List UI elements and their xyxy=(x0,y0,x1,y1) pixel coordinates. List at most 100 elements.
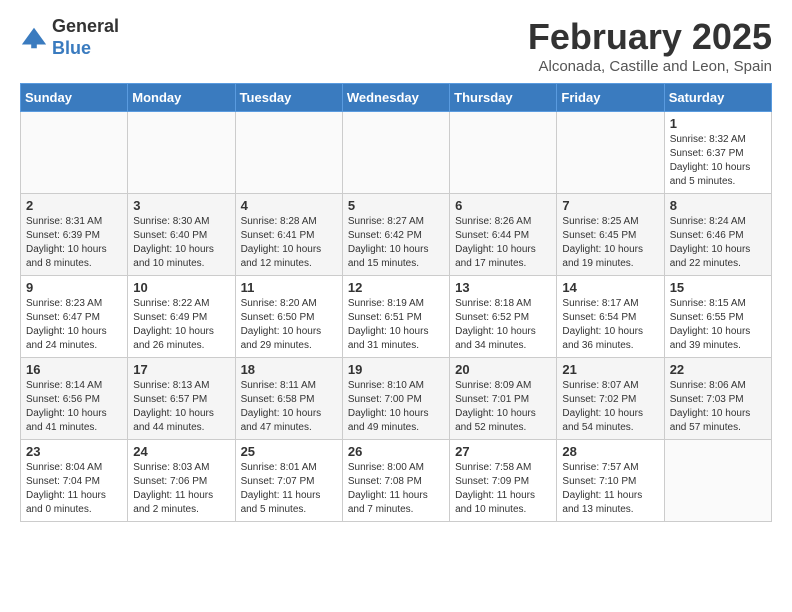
day-number: 5 xyxy=(348,198,444,213)
day-info: Sunrise: 8:06 AM Sunset: 7:03 PM Dayligh… xyxy=(670,379,766,435)
table-row: 8 Sunrise: 8:24 AM Sunset: 6:46 PM Daylig… xyxy=(664,194,771,276)
day-number: 17 xyxy=(133,362,229,377)
calendar-table: Sunday Monday Tuesday Wednesday Thursday… xyxy=(20,83,772,522)
table-row xyxy=(557,112,664,194)
table-row xyxy=(235,112,342,194)
day-info: Sunrise: 8:03 AM Sunset: 7:06 PM Dayligh… xyxy=(133,461,229,517)
col-saturday: Saturday xyxy=(664,84,771,112)
logo-general-text: General xyxy=(52,16,119,36)
table-row: 7 Sunrise: 8:25 AM Sunset: 6:45 PM Daylig… xyxy=(557,194,664,276)
day-number: 16 xyxy=(26,362,122,377)
day-info: Sunrise: 8:13 AM Sunset: 6:57 PM Dayligh… xyxy=(133,379,229,435)
day-info: Sunrise: 8:32 AM Sunset: 6:37 PM Dayligh… xyxy=(670,133,766,189)
logo-icon xyxy=(20,24,48,52)
day-number: 3 xyxy=(133,198,229,213)
table-row: 13 Sunrise: 8:18 AM Sunset: 6:52 PM Dayli… xyxy=(450,276,557,358)
table-row: 23 Sunrise: 8:04 AM Sunset: 7:04 PM Dayli… xyxy=(21,440,128,522)
logo-blue-text: Blue xyxy=(52,38,91,58)
day-info: Sunrise: 8:23 AM Sunset: 6:47 PM Dayligh… xyxy=(26,297,122,353)
day-info: Sunrise: 8:30 AM Sunset: 6:40 PM Dayligh… xyxy=(133,215,229,271)
col-monday: Monday xyxy=(128,84,235,112)
day-number: 6 xyxy=(455,198,551,213)
table-row: 21 Sunrise: 8:07 AM Sunset: 7:02 PM Dayli… xyxy=(557,358,664,440)
day-info: Sunrise: 8:07 AM Sunset: 7:02 PM Dayligh… xyxy=(562,379,658,435)
day-number: 8 xyxy=(670,198,766,213)
col-sunday: Sunday xyxy=(21,84,128,112)
day-info: Sunrise: 8:22 AM Sunset: 6:49 PM Dayligh… xyxy=(133,297,229,353)
table-row: 25 Sunrise: 8:01 AM Sunset: 7:07 PM Dayli… xyxy=(235,440,342,522)
day-number: 12 xyxy=(348,280,444,295)
col-wednesday: Wednesday xyxy=(342,84,449,112)
day-info: Sunrise: 8:01 AM Sunset: 7:07 PM Dayligh… xyxy=(241,461,337,517)
day-number: 22 xyxy=(670,362,766,377)
logo: General Blue xyxy=(20,16,119,59)
day-info: Sunrise: 8:14 AM Sunset: 6:56 PM Dayligh… xyxy=(26,379,122,435)
col-tuesday: Tuesday xyxy=(235,84,342,112)
day-number: 25 xyxy=(241,444,337,459)
day-info: Sunrise: 8:20 AM Sunset: 6:50 PM Dayligh… xyxy=(241,297,337,353)
day-number: 1 xyxy=(670,116,766,131)
table-row xyxy=(342,112,449,194)
day-info: Sunrise: 8:10 AM Sunset: 7:00 PM Dayligh… xyxy=(348,379,444,435)
table-row: 22 Sunrise: 8:06 AM Sunset: 7:03 PM Dayli… xyxy=(664,358,771,440)
day-number: 4 xyxy=(241,198,337,213)
table-row: 14 Sunrise: 8:17 AM Sunset: 6:54 PM Dayli… xyxy=(557,276,664,358)
table-row: 5 Sunrise: 8:27 AM Sunset: 6:42 PM Daylig… xyxy=(342,194,449,276)
table-row: 9Sunrise: 8:23 AM Sunset: 6:47 PM Daylig… xyxy=(21,276,128,358)
day-number: 28 xyxy=(562,444,658,459)
day-number: 14 xyxy=(562,280,658,295)
day-info: Sunrise: 8:26 AM Sunset: 6:44 PM Dayligh… xyxy=(455,215,551,271)
month-title: February 2025 xyxy=(528,16,772,58)
day-info: Sunrise: 8:15 AM Sunset: 6:55 PM Dayligh… xyxy=(670,297,766,353)
day-info: Sunrise: 8:19 AM Sunset: 6:51 PM Dayligh… xyxy=(348,297,444,353)
table-row: 6 Sunrise: 8:26 AM Sunset: 6:44 PM Daylig… xyxy=(450,194,557,276)
day-number: 26 xyxy=(348,444,444,459)
col-thursday: Thursday xyxy=(450,84,557,112)
day-number: 11 xyxy=(241,280,337,295)
day-number: 21 xyxy=(562,362,658,377)
day-info: Sunrise: 8:25 AM Sunset: 6:45 PM Dayligh… xyxy=(562,215,658,271)
table-row: 28 Sunrise: 7:57 AM Sunset: 7:10 PM Dayli… xyxy=(557,440,664,522)
table-row: 27 Sunrise: 7:58 AM Sunset: 7:09 PM Dayli… xyxy=(450,440,557,522)
day-info: Sunrise: 8:17 AM Sunset: 6:54 PM Dayligh… xyxy=(562,297,658,353)
day-number: 7 xyxy=(562,198,658,213)
day-number: 15 xyxy=(670,280,766,295)
table-row: 11 Sunrise: 8:20 AM Sunset: 6:50 PM Dayli… xyxy=(235,276,342,358)
table-row: 20 Sunrise: 8:09 AM Sunset: 7:01 PM Dayli… xyxy=(450,358,557,440)
day-info: Sunrise: 8:24 AM Sunset: 6:46 PM Dayligh… xyxy=(670,215,766,271)
col-friday: Friday xyxy=(557,84,664,112)
day-number: 10 xyxy=(133,280,229,295)
day-info: Sunrise: 7:57 AM Sunset: 7:10 PM Dayligh… xyxy=(562,461,658,517)
day-info: Sunrise: 8:18 AM Sunset: 6:52 PM Dayligh… xyxy=(455,297,551,353)
day-info: Sunrise: 8:11 AM Sunset: 6:58 PM Dayligh… xyxy=(241,379,337,435)
day-info: Sunrise: 7:58 AM Sunset: 7:09 PM Dayligh… xyxy=(455,461,551,517)
table-row xyxy=(128,112,235,194)
table-row: 1 Sunrise: 8:32 AM Sunset: 6:37 PM Daylig… xyxy=(664,112,771,194)
day-number: 27 xyxy=(455,444,551,459)
table-row: 4 Sunrise: 8:28 AM Sunset: 6:41 PM Daylig… xyxy=(235,194,342,276)
day-info: Sunrise: 8:27 AM Sunset: 6:42 PM Dayligh… xyxy=(348,215,444,271)
table-row: 19Sunrise: 8:10 AM Sunset: 7:00 PM Dayli… xyxy=(342,358,449,440)
day-number: 13 xyxy=(455,280,551,295)
day-number: 24 xyxy=(133,444,229,459)
table-row: 24 Sunrise: 8:03 AM Sunset: 7:06 PM Dayli… xyxy=(128,440,235,522)
table-row: 2Sunrise: 8:31 AM Sunset: 6:39 PM Daylig… xyxy=(21,194,128,276)
table-row: 15 Sunrise: 8:15 AM Sunset: 6:55 PM Dayli… xyxy=(664,276,771,358)
table-row: 12 Sunrise: 8:19 AM Sunset: 6:51 PM Dayli… xyxy=(342,276,449,358)
table-row: 10 Sunrise: 8:22 AM Sunset: 6:49 PM Dayli… xyxy=(128,276,235,358)
table-row: 26 Sunrise: 8:00 AM Sunset: 7:08 PM Dayli… xyxy=(342,440,449,522)
table-row xyxy=(21,112,128,194)
day-info: Sunrise: 8:28 AM Sunset: 6:41 PM Dayligh… xyxy=(241,215,337,271)
title-block: February 2025 Alconada, Castille and Leo… xyxy=(528,16,772,75)
day-info: Sunrise: 8:04 AM Sunset: 7:04 PM Dayligh… xyxy=(26,461,122,517)
day-number: 18 xyxy=(241,362,337,377)
day-info: Sunrise: 8:09 AM Sunset: 7:01 PM Dayligh… xyxy=(455,379,551,435)
table-row: 3 Sunrise: 8:30 AM Sunset: 6:40 PM Daylig… xyxy=(128,194,235,276)
day-number: 20 xyxy=(455,362,551,377)
day-number: 23 xyxy=(26,444,122,459)
day-info: Sunrise: 8:00 AM Sunset: 7:08 PM Dayligh… xyxy=(348,461,444,517)
table-row: 16 Sunrise: 8:14 AM Sunset: 6:56 PM Dayli… xyxy=(21,358,128,440)
table-row: 18 Sunrise: 8:11 AM Sunset: 6:58 PM Dayli… xyxy=(235,358,342,440)
table-row xyxy=(450,112,557,194)
location: Alconada, Castille and Leon, Spain xyxy=(528,58,772,75)
